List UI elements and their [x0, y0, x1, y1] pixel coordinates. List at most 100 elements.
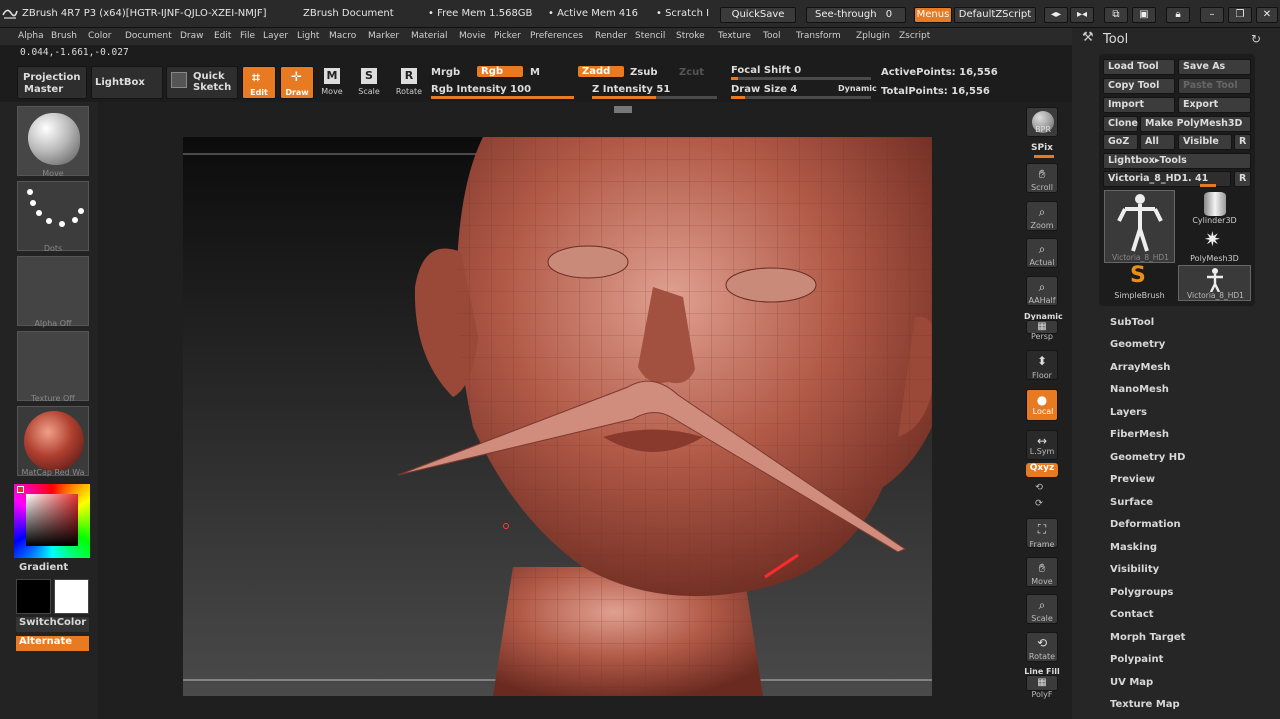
close-icon[interactable]: ✕	[1256, 7, 1278, 23]
layout-icon[interactable]: ⧉	[1104, 7, 1128, 23]
zsub-button[interactable]: Zsub	[630, 67, 657, 78]
focal-shift-slider[interactable]	[731, 77, 871, 80]
canvas-scroll-handle[interactable]	[614, 106, 632, 113]
window-icon[interactable]: ▣	[1132, 7, 1156, 23]
section-layers[interactable]: Layers	[1110, 407, 1147, 418]
section-fibermesh[interactable]: FiberMesh	[1110, 429, 1169, 440]
bpr-button[interactable]: BPR	[1026, 107, 1058, 137]
section-polygroups[interactable]: Polygroups	[1110, 587, 1173, 598]
arrow-right-icon[interactable]: ▸◂	[1070, 7, 1094, 23]
tool-thumb-simplebrush[interactable]: S SimpleBrush	[1104, 263, 1175, 301]
quicksave-button[interactable]: QuickSave	[720, 7, 796, 23]
section-subtool[interactable]: SubTool	[1110, 317, 1154, 328]
spix-label[interactable]: SPix	[1024, 143, 1060, 153]
current-tool-slider[interactable]: Victoria_8_HD1. 41	[1103, 171, 1231, 187]
copy-tool-button[interactable]: Copy Tool	[1103, 78, 1175, 94]
switchcolor-button[interactable]: SwitchColor	[16, 617, 89, 632]
menu-picker[interactable]: Picker	[494, 31, 521, 41]
load-tool-button[interactable]: Load Tool	[1103, 59, 1175, 75]
color-picker-square[interactable]	[26, 494, 78, 546]
arrow-left-icon[interactable]: ◂▸	[1044, 7, 1068, 23]
restore-icon[interactable]: ❐	[1228, 7, 1252, 23]
lightbox-tools-button[interactable]: Lightbox▸Tools	[1103, 153, 1251, 169]
menu-movie[interactable]: Movie	[459, 31, 486, 41]
rotate-axis-2-icon[interactable]: ⟳	[1035, 498, 1043, 509]
see-through-slider[interactable]: See-through 0	[806, 7, 906, 23]
section-preview[interactable]: Preview	[1110, 474, 1155, 485]
section-visibility[interactable]: Visibility	[1110, 564, 1159, 575]
section-nanomesh[interactable]: NanoMesh	[1110, 384, 1169, 395]
section-polypaint[interactable]: Polypaint	[1110, 654, 1163, 665]
material-thumbnail[interactable]	[17, 406, 89, 476]
tool-thumb-victoria[interactable]: Victoria_8_HD1	[1104, 190, 1175, 263]
tool-thumb-cylinder[interactable]: Cylinder3D	[1178, 190, 1251, 228]
projection-master-button[interactable]: Projection Master	[17, 66, 87, 99]
section-deformation[interactable]: Deformation	[1110, 519, 1181, 530]
menu-marker[interactable]: Marker	[368, 31, 399, 41]
stroke-thumbnail[interactable]	[17, 181, 89, 251]
zcut-button[interactable]: Zcut	[679, 67, 704, 78]
scale-button[interactable]: S Scale	[355, 66, 383, 99]
menu-tool[interactable]: Tool	[763, 31, 780, 41]
lightbox-button[interactable]: LightBox	[91, 66, 163, 99]
section-surface[interactable]: Surface	[1110, 497, 1153, 508]
menu-preferences[interactable]: Preferences	[530, 31, 583, 41]
menu-transform[interactable]: Transform	[796, 31, 841, 41]
goz-button[interactable]: GoZ	[1103, 134, 1138, 150]
menu-file[interactable]: File	[240, 31, 255, 41]
zadd-button[interactable]: Zadd	[578, 66, 624, 77]
menu-layer[interactable]: Layer	[263, 31, 288, 41]
menu-light[interactable]: Light	[297, 31, 319, 41]
color-picker[interactable]	[14, 484, 90, 558]
clone-button[interactable]: Clone	[1103, 116, 1138, 132]
polyf-button[interactable]: ▦	[1026, 675, 1058, 691]
menu-document[interactable]: Document	[125, 31, 172, 41]
edit-button[interactable]: ⌗ Edit	[242, 66, 276, 99]
menu-macro[interactable]: Macro	[329, 31, 356, 41]
all-button[interactable]: All	[1140, 134, 1175, 150]
section-contact[interactable]: Contact	[1110, 609, 1154, 620]
section-masking[interactable]: Masking	[1110, 542, 1157, 553]
move-button[interactable]: M Move	[318, 66, 346, 99]
spix-slider[interactable]	[1034, 155, 1054, 158]
draw-size-slider[interactable]	[731, 96, 871, 99]
minimize-icon[interactable]: –	[1200, 7, 1224, 23]
z-intensity-slider[interactable]	[592, 96, 717, 99]
menu-zscript[interactable]: Zscript	[899, 31, 930, 41]
draw-button[interactable]: ✛ Draw	[280, 66, 314, 99]
default-zscript-button[interactable]: DefaultZScript	[954, 7, 1036, 23]
dynamic-button[interactable]: Dynamic	[838, 84, 877, 93]
texture-thumbnail[interactable]	[17, 331, 89, 401]
main-color-swatch[interactable]	[54, 579, 89, 614]
refresh-icon[interactable]: ↻	[1251, 32, 1261, 46]
import-button[interactable]: Import	[1103, 97, 1175, 113]
xyz-button[interactable]: Qxyz	[1026, 463, 1058, 477]
rgb-intensity-slider[interactable]	[431, 96, 574, 99]
gradient-button[interactable]: Gradient	[19, 562, 68, 573]
section-texture-map[interactable]: Texture Map	[1110, 699, 1180, 710]
menu-render[interactable]: Render	[595, 31, 627, 41]
secondary-color-swatch[interactable]	[16, 579, 51, 614]
menu-edit[interactable]: Edit	[214, 31, 231, 41]
menu-stroke[interactable]: Stroke	[676, 31, 705, 41]
local-button[interactable]: ● Local	[1026, 389, 1058, 421]
m-button[interactable]: M	[530, 67, 540, 78]
lock-icon[interactable]: 🔒︎	[1166, 7, 1190, 23]
document-viewport[interactable]	[183, 137, 932, 696]
rotate-button[interactable]: R Rotate	[394, 66, 424, 99]
menu-material[interactable]: Material	[411, 31, 448, 41]
rgb-button[interactable]: Rgb	[477, 66, 523, 77]
r-button[interactable]: R	[1234, 134, 1251, 150]
tool-thumb-victoria-2[interactable]: Victoria_8_HD1	[1178, 265, 1251, 301]
export-button[interactable]: Export	[1178, 97, 1251, 113]
menu-brush[interactable]: Brush	[51, 31, 77, 41]
r-reset-button[interactable]: R	[1234, 171, 1251, 187]
section-geometry[interactable]: Geometry	[1110, 339, 1165, 350]
alpha-thumbnail[interactable]	[17, 256, 89, 326]
menu-color[interactable]: Color	[88, 31, 112, 41]
rotate-axis-icon[interactable]: ⟲	[1035, 482, 1043, 493]
save-as-button[interactable]: Save As	[1178, 59, 1251, 75]
section-morph-target[interactable]: Morph Target	[1110, 632, 1185, 643]
menu-alpha[interactable]: Alpha	[18, 31, 44, 41]
menu-stencil[interactable]: Stencil	[635, 31, 665, 41]
